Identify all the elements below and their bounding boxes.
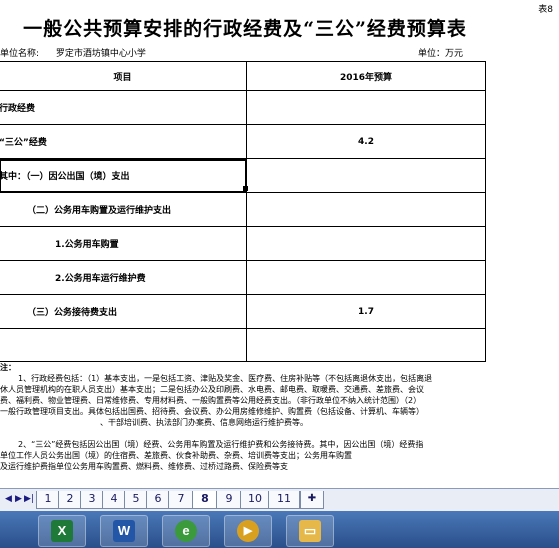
row-value[interactable]: 1.7 xyxy=(246,294,486,329)
row-value[interactable] xyxy=(246,260,486,295)
note-line: 单位工作人员公务出国（境）的住宿费、差旅费、伙食补助费、杂费、培训费等支出；公务… xyxy=(0,451,352,460)
sheet-tab[interactable]: 5 xyxy=(124,491,148,509)
note-line: 2、“三公”经费包括因公出国（境）经费、公务用车购置及运行维护费和公务接待费。其… xyxy=(18,440,424,449)
header-item[interactable]: 项目 xyxy=(0,61,247,91)
word-icon: W xyxy=(113,520,135,542)
taskbar-word-button[interactable]: W xyxy=(100,515,148,547)
note-line: 费、福利费、物业管理费、日常维修费、专用材料费、一般购置费等公用经费支出。（非行… xyxy=(0,396,422,405)
browser-icon: e xyxy=(175,520,197,542)
fill-handle[interactable] xyxy=(243,186,248,191)
note-line xyxy=(0,428,559,439)
insert-sheet-icon[interactable]: ✚ xyxy=(300,491,324,509)
tab-scroll-next-icon[interactable]: ▶ xyxy=(15,494,22,504)
sheet-tab[interactable]: 1 xyxy=(36,491,60,509)
row-value[interactable] xyxy=(246,192,486,227)
sheet-tab[interactable]: 9 xyxy=(216,491,242,509)
note-line: 、干部培训费、执法部门办案费、信息网络运行维护费等。 xyxy=(100,418,308,427)
row-label[interactable]: （二）公务用车购置及运行维护支出 xyxy=(0,192,247,227)
sheet-tab[interactable]: 10 xyxy=(240,491,270,509)
table-row xyxy=(0,328,486,362)
excel-icon: X xyxy=(51,520,73,542)
row-label[interactable]: 行政经费 xyxy=(0,90,247,125)
spreadsheet[interactable]: 表8 一般公共预算安排的行政经费及“三公”经费预算表 单位名称: 罗定市酒坊镇中… xyxy=(0,0,559,488)
sheet-tab[interactable]: 4 xyxy=(102,491,126,509)
row-label[interactable] xyxy=(0,328,247,362)
unit-name-row: 单位名称: 罗定市酒坊镇中心小学 xyxy=(0,46,146,59)
row-label[interactable]: 1.公务用车购置 xyxy=(0,226,247,261)
note-line: 休人员管理机构的在职人员支出）基本支出；二是包括办公及印刷费、水电费、邮电费、取… xyxy=(0,385,424,394)
table-header-row: 项目 2016年预算 xyxy=(0,61,486,91)
row-value[interactable] xyxy=(246,158,486,193)
taskbar: X W e ▶ ▭ xyxy=(0,511,559,548)
taskbar-browser-button[interactable]: e xyxy=(162,515,210,547)
taskbar-media-button[interactable]: ▶ xyxy=(224,515,272,547)
header-budget[interactable]: 2016年预算 xyxy=(246,61,486,91)
note-line: 及运行维护费指单位公务用车购置费、燃料费、维修费、过桥过路费、保险费等支 xyxy=(0,462,288,471)
row-value[interactable] xyxy=(246,90,486,125)
row-value[interactable]: 4.2 xyxy=(246,124,486,159)
sheet-tab[interactable]: 11 xyxy=(268,491,300,509)
selected-cell[interactable]: 其中：（一）因公出国（境）支出 xyxy=(0,158,247,193)
notes-section: 注： 1、行政经费包括：（1）基本支出，一是包括工资、津贴及奖金、医疗费、住房补… xyxy=(0,362,559,472)
budget-table: 项目 2016年预算 行政经费 “三公”经费 4.2 其中：（一）因公出国（境）… xyxy=(0,61,486,362)
taskbar-folder-button[interactable]: ▭ xyxy=(286,515,334,547)
row-label[interactable]: “三公”经费 xyxy=(0,124,247,159)
table-row: （二）公务用车购置及运行维护支出 xyxy=(0,192,486,227)
note-line: 1、行政经费包括：（1）基本支出，一是包括工资、津贴及奖金、医疗费、住房补贴等（… xyxy=(18,374,433,383)
table-row: 2.公务用车运行维护费 xyxy=(0,260,486,295)
tab-scroll-first-icon[interactable]: ◀ xyxy=(5,494,12,504)
row-label[interactable]: （三）公务接待费支出 xyxy=(0,294,247,329)
sheet-tab-bar: ◀ ▶ ▶| 1 2 3 4 5 6 7 8 9 10 11 ✚ xyxy=(0,488,559,511)
table-row: “三公”经费 4.2 xyxy=(0,124,486,159)
sheet-tab[interactable]: 2 xyxy=(58,491,82,509)
table-row: （三）公务接待费支出 1.7 xyxy=(0,294,486,329)
media-icon: ▶ xyxy=(237,520,259,542)
unit-name-value: 罗定市酒坊镇中心小学 xyxy=(55,49,146,59)
tab-scroll-last-icon[interactable]: ▶| xyxy=(24,494,34,504)
taskbar-excel-button[interactable]: X xyxy=(38,515,86,547)
table-row: 1.公务用车购置 xyxy=(0,226,486,261)
table-number-label: 表8 xyxy=(538,5,553,15)
folder-icon: ▭ xyxy=(299,520,321,542)
sheet-tab-active[interactable]: 8 xyxy=(192,491,218,509)
row-value[interactable] xyxy=(246,226,486,261)
page-title: 一般公共预算安排的行政经费及“三公”经费预算表 xyxy=(23,18,467,40)
unit-label: 单位：万元 xyxy=(418,49,464,59)
sheet-tab[interactable]: 3 xyxy=(80,491,104,509)
row-label[interactable]: 2.公务用车运行维护费 xyxy=(0,260,247,295)
row-value[interactable] xyxy=(246,328,486,362)
sheet-tab[interactable]: 7 xyxy=(168,491,194,509)
notes-label: 注： xyxy=(0,363,16,372)
unit-name-label: 单位名称: xyxy=(0,49,40,59)
note-line: 一般行政管理项目支出。具体包括出国费、招待费、会议费、办公用房维修维护、购置费（… xyxy=(0,407,424,416)
sheet-tab[interactable]: 6 xyxy=(146,491,170,509)
table-row: 行政经费 xyxy=(0,90,486,125)
